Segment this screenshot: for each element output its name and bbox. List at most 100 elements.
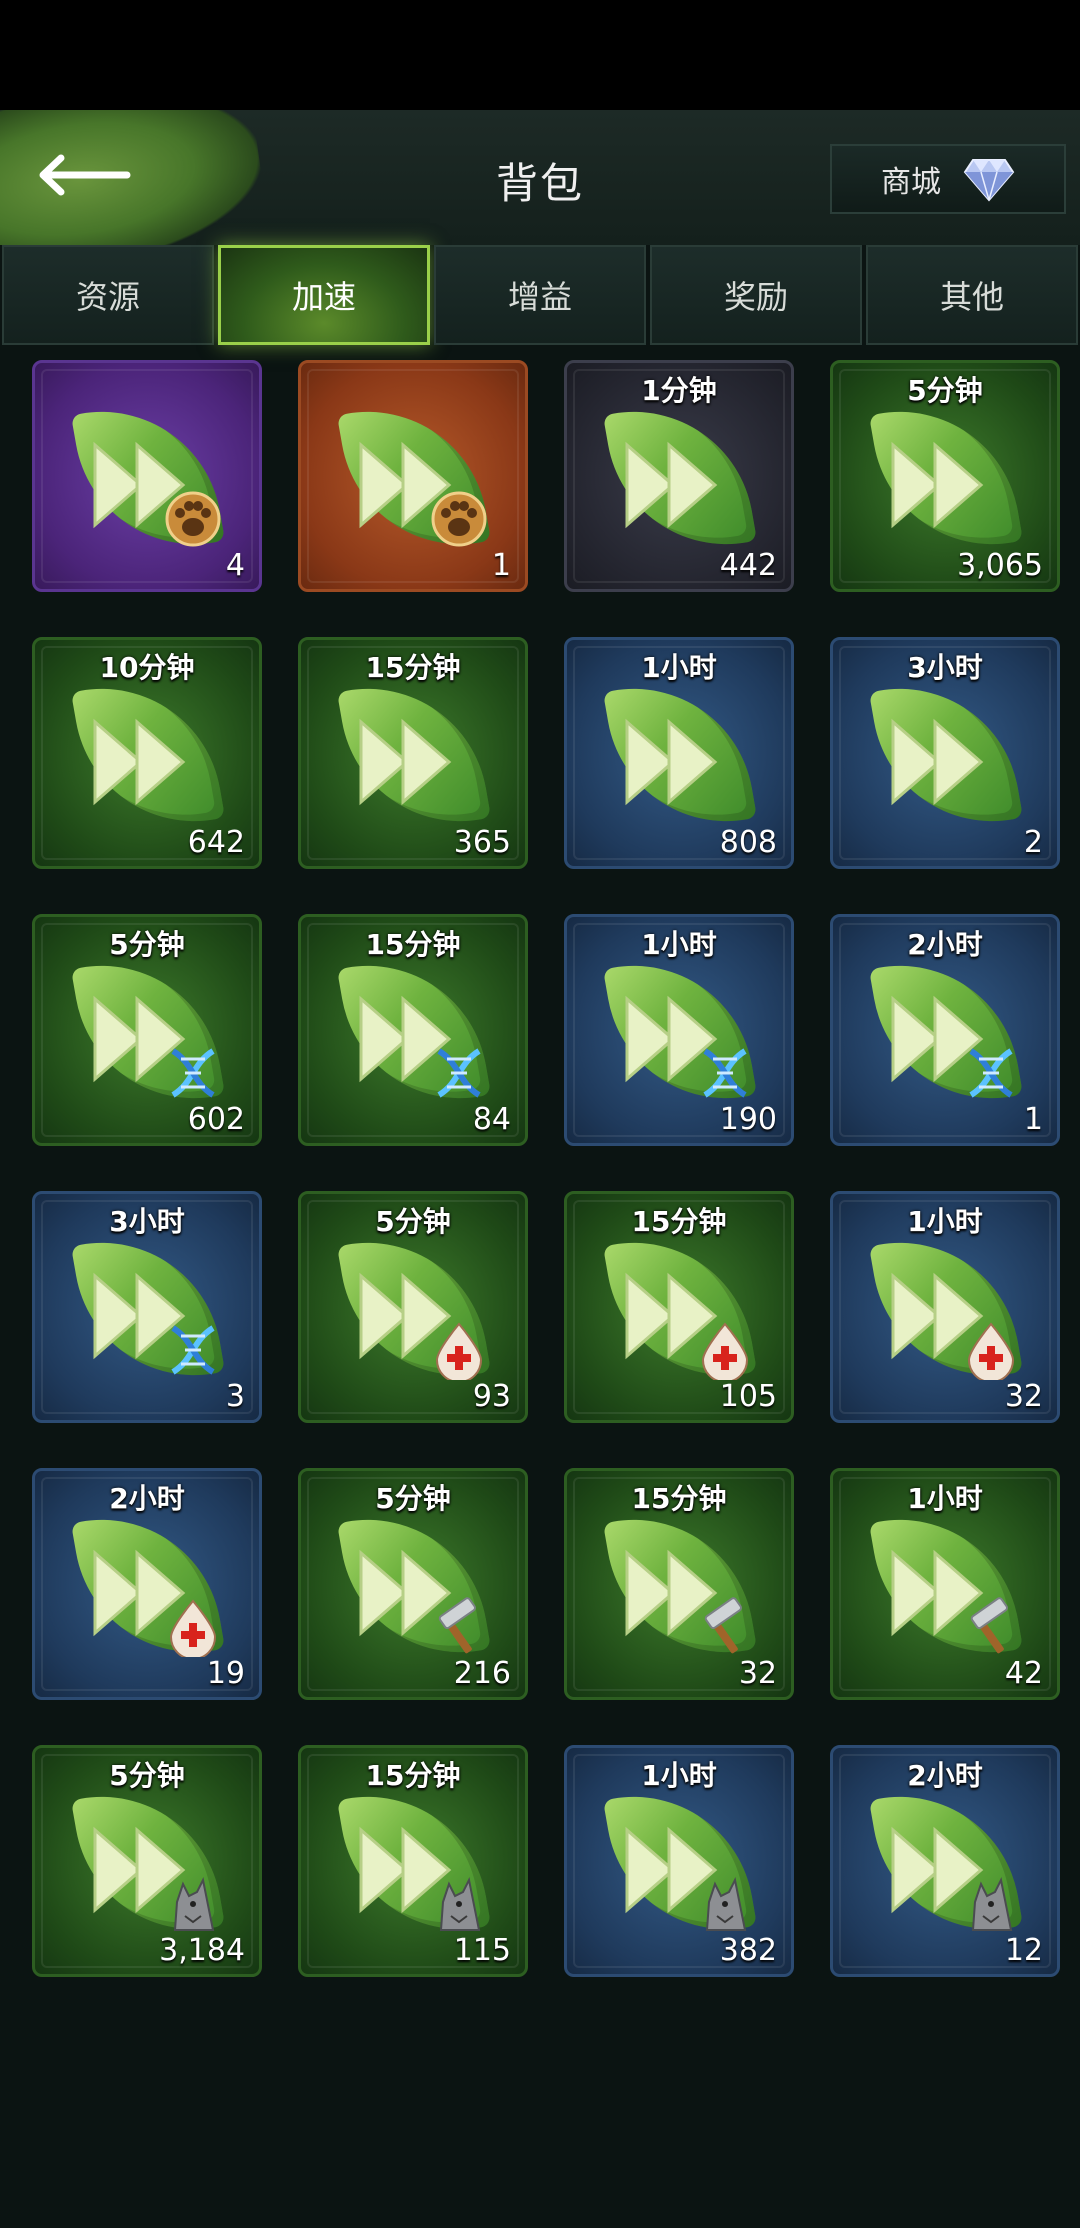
tab-speedup[interactable]: 加速 [218,245,430,345]
item-duration: 10分钟 [99,651,195,684]
item-duration: 1小时 [641,928,717,961]
item-count: 19 [206,1656,245,1691]
speedup-item[interactable]: 15分钟 115 [298,1745,528,1977]
speedup-item[interactable]: 5分钟 3,184 [32,1745,262,1977]
item-count: 382 [719,1933,777,1968]
diamond-icon [963,159,1015,202]
item-count: 42 [1004,1656,1043,1691]
item-duration: 1小时 [907,1205,983,1238]
fast-forward-icon [357,712,457,812]
blood-icon [961,1320,1021,1383]
speedup-item[interactable]: 15分钟 32 [564,1468,794,1700]
tab-resources[interactable]: 资源 [2,245,214,345]
speedup-item[interactable]: 1小时 42 [830,1468,1060,1700]
item-duration: 5分钟 [109,1759,185,1792]
speedup-item[interactable]: 15分钟 84 [298,914,528,1146]
speedup-item[interactable]: 5分钟 602 [32,914,262,1146]
tab-buffs[interactable]: 增益 [434,245,646,345]
wolf-icon [163,1874,223,1934]
speedup-item[interactable]: 5分钟 93 [298,1191,528,1423]
item-count: 602 [187,1102,245,1137]
item-duration: 5分钟 [375,1205,451,1238]
speedup-item[interactable]: 5分钟 3,065 [830,360,1060,592]
dna-icon [961,1043,1021,1103]
dna-icon [695,1043,755,1103]
tab-other[interactable]: 其他 [866,245,1078,345]
shop-button[interactable]: 商城 [830,144,1066,214]
item-count: 12 [1004,1933,1043,1968]
speedup-item[interactable]: 3小时 2 [830,637,1060,869]
item-duration: 3小时 [907,651,983,684]
speedup-item[interactable]: 1分钟 442 [564,360,794,592]
speedup-item[interactable]: 10分钟 642 [32,637,262,869]
item-count: 115 [453,1933,511,1968]
speedup-item[interactable]: 1小时 808 [564,637,794,869]
item-duration: 2小时 [907,928,983,961]
dna-icon [163,1320,223,1380]
speedup-item[interactable]: 2小时 19 [32,1468,262,1700]
item-duration: 15分钟 [365,1759,461,1792]
item-duration: 15分钟 [631,1205,727,1238]
item-duration: 5分钟 [375,1482,451,1515]
tab-rewards[interactable]: 奖励 [650,245,862,345]
item-duration: 15分钟 [365,928,461,961]
blood-icon [163,1597,223,1660]
paw-icon [429,489,489,549]
item-duration: 3小时 [109,1205,185,1238]
dna-icon [429,1043,489,1103]
speedup-item[interactable]: 15分钟 105 [564,1191,794,1423]
status-bar [0,0,1080,110]
item-count: 3,184 [159,1933,245,1968]
speedup-item[interactable]: 5分钟 216 [298,1468,528,1700]
wolf-icon [961,1874,1021,1934]
hammer-icon [695,1597,755,1657]
item-duration: 5分钟 [907,374,983,407]
fast-forward-icon [889,712,989,812]
item-count: 190 [719,1102,777,1137]
item-count: 93 [472,1379,511,1414]
item-duration: 1分钟 [641,374,717,407]
fast-forward-icon [623,712,723,812]
fast-forward-icon [91,712,191,812]
shop-label: 商城 [881,165,941,200]
paw-icon [163,489,223,549]
item-duration: 15分钟 [631,1482,727,1515]
speedup-item[interactable]: 1小时 190 [564,914,794,1146]
item-count: 808 [719,825,777,860]
speedup-item[interactable]: 4 [32,360,262,592]
item-duration: 2小时 [109,1482,185,1515]
item-count: 365 [453,825,511,860]
item-duration: 1小时 [907,1482,983,1515]
item-duration: 5分钟 [109,928,185,961]
blood-icon [429,1320,489,1383]
speedup-item[interactable]: 1小时 382 [564,1745,794,1977]
item-count: 216 [453,1656,511,1691]
item-count: 4 [225,548,245,583]
speedup-item[interactable]: 2小时 1 [830,914,1060,1146]
item-duration: 2小时 [907,1759,983,1792]
item-count: 1 [1023,1102,1043,1137]
speedup-item[interactable]: 15分钟 365 [298,637,528,869]
item-count: 1 [491,548,511,583]
item-duration: 1小时 [641,651,717,684]
item-duration: 1小时 [641,1759,717,1792]
speedup-item[interactable]: 2小时 12 [830,1745,1060,1977]
item-count: 642 [187,825,245,860]
hammer-icon [961,1597,1021,1657]
item-count: 3,065 [957,548,1043,583]
blood-icon [695,1320,755,1383]
speedup-item[interactable]: 1 [298,360,528,592]
fast-forward-icon [889,435,989,535]
item-count: 442 [719,548,777,583]
dna-icon [163,1043,223,1103]
item-duration: 15分钟 [365,651,461,684]
item-count: 2 [1023,825,1043,860]
speedup-item[interactable]: 1小时 32 [830,1191,1060,1423]
item-count: 32 [738,1656,777,1691]
fast-forward-icon [623,435,723,535]
item-count: 105 [719,1379,777,1414]
wolf-icon [429,1874,489,1934]
speedup-item[interactable]: 3小时 3 [32,1191,262,1423]
item-count: 84 [472,1102,511,1137]
tab-bar: 资源 加速 增益 奖励 其他 [0,245,1080,349]
